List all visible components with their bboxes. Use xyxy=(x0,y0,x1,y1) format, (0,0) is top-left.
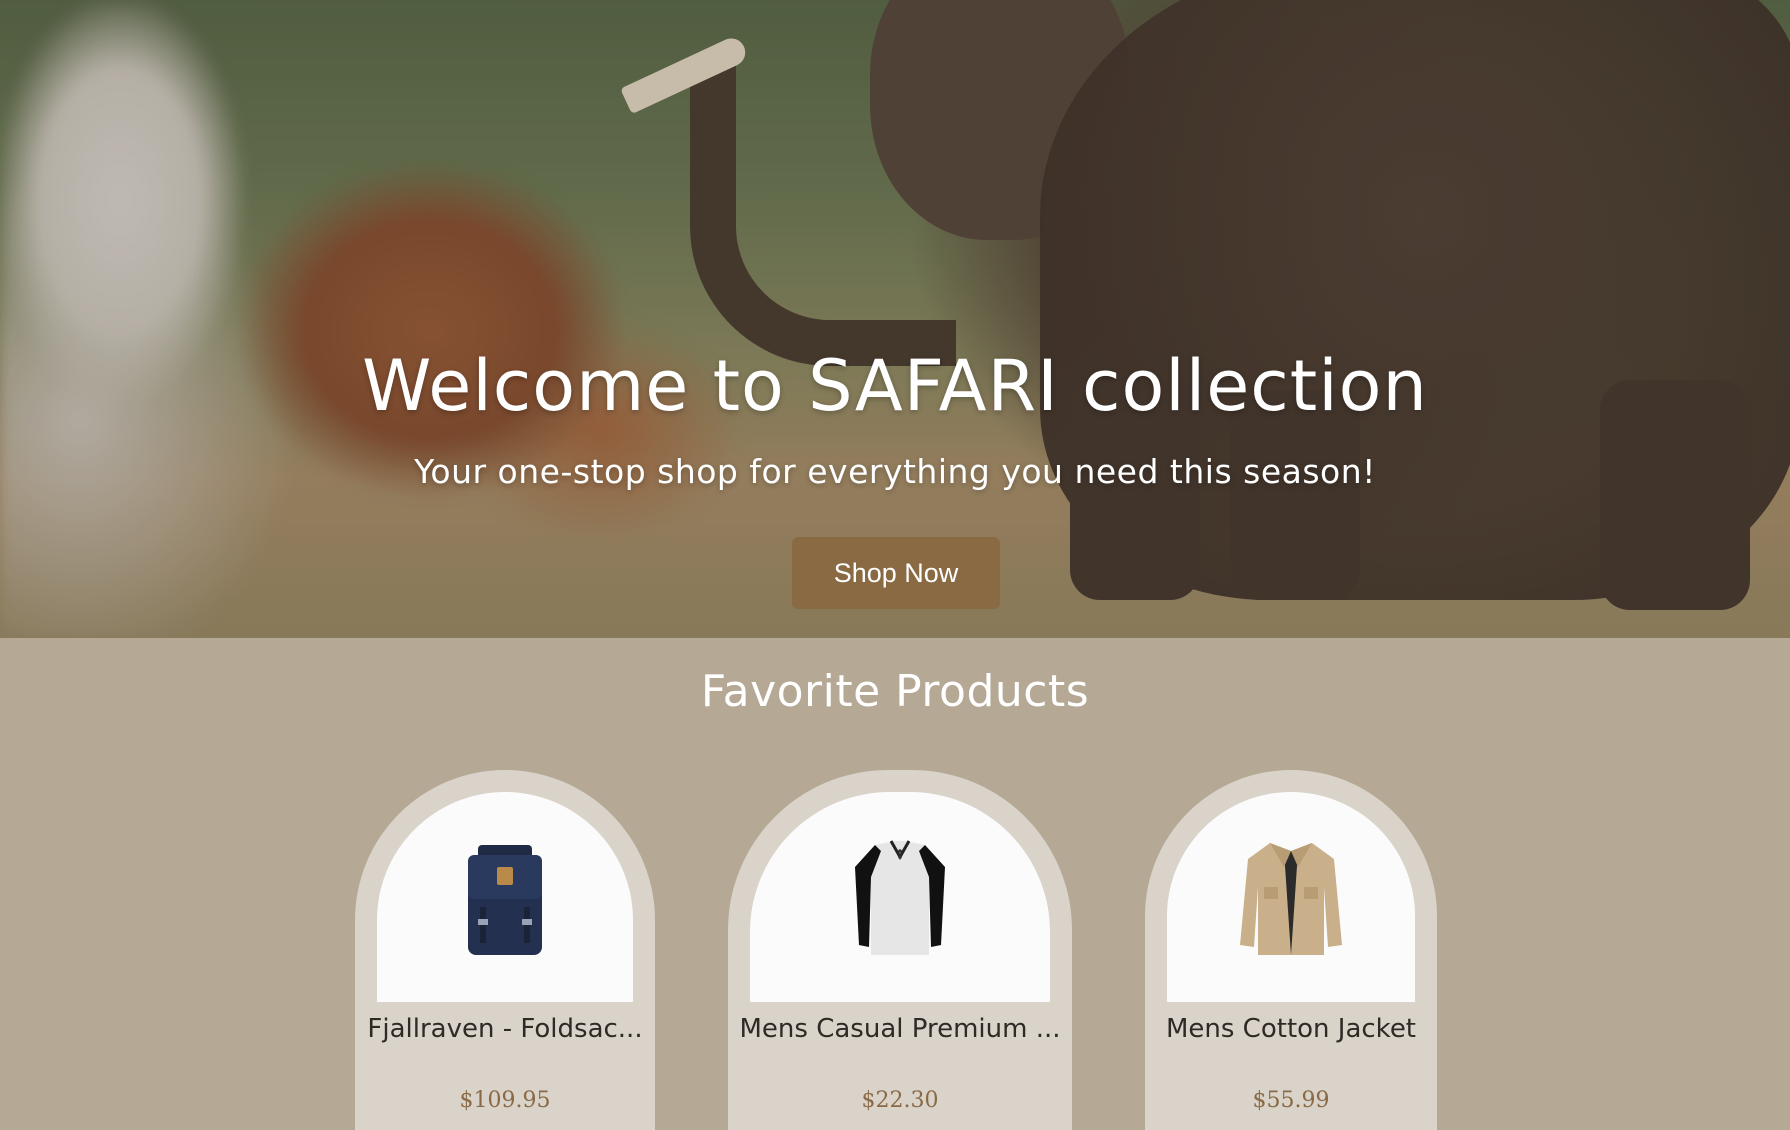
hero-banner: Welcome to SAFARI collection Your one-st… xyxy=(0,0,1790,638)
cotton-jacket-image xyxy=(1240,843,1342,955)
product-price: $109.95 xyxy=(459,1088,551,1113)
product-name[interactable]: Mens Casual Premium ... xyxy=(728,1014,1072,1044)
product-name[interactable]: Fjallraven - Foldsac... xyxy=(355,1014,655,1044)
hero-content: Welcome to SAFARI collection Your one-st… xyxy=(0,0,1790,638)
product-name[interactable]: Mens Cotton Jacket xyxy=(1145,1014,1437,1044)
backpack-image xyxy=(468,845,542,955)
hero-title: Welcome to SAFARI collection xyxy=(362,345,1428,427)
shop-now-button[interactable]: Shop Now xyxy=(792,537,1000,609)
product-image-frame xyxy=(750,792,1050,1002)
product-price: $55.99 xyxy=(1252,1088,1330,1113)
product-card[interactable]: Fjallraven - Foldsac... $109.95 xyxy=(355,770,655,1130)
favorite-products-section: Favorite Products Fjallraven - Foldsac..… xyxy=(0,638,1790,1130)
product-card[interactable]: Mens Cotton Jacket $55.99 xyxy=(1145,770,1437,1130)
section-title: Favorite Products xyxy=(700,666,1090,717)
raglan-shirt-image xyxy=(855,840,945,955)
product-card[interactable]: Mens Casual Premium ... $22.30 xyxy=(728,770,1072,1130)
hero-subtitle: Your one-stop shop for everything you ne… xyxy=(414,452,1376,491)
product-price: $22.30 xyxy=(861,1088,939,1113)
product-image-frame xyxy=(1167,792,1415,1002)
product-image-frame xyxy=(377,792,633,1002)
